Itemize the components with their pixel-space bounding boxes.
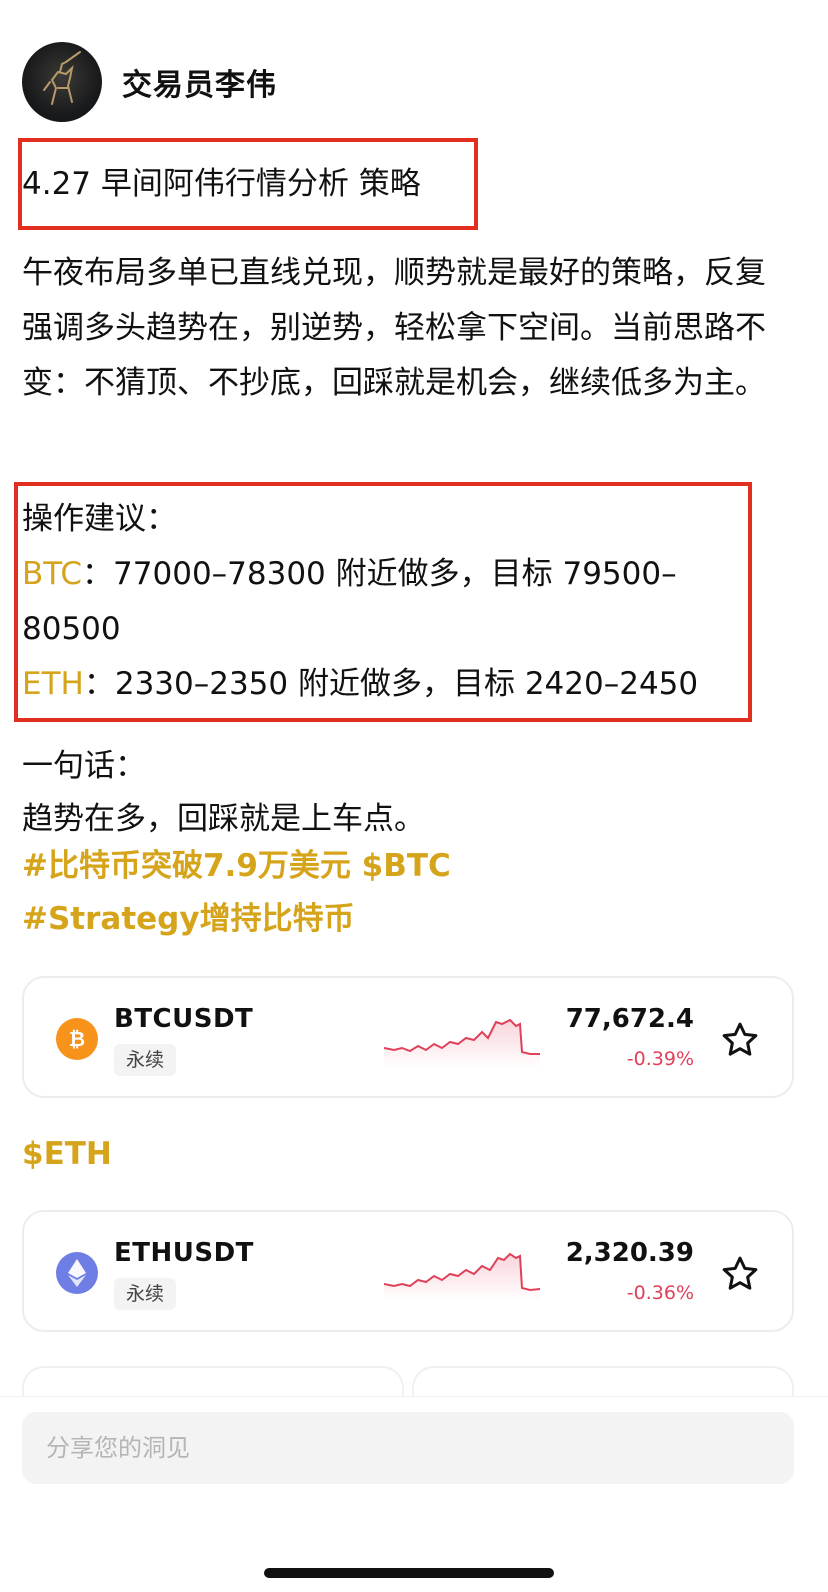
btc-strategy: BTC：77000–78300 附近做多，目标 79500–80500 bbox=[22, 547, 762, 657]
post-header: 交易员李伟 bbox=[22, 42, 277, 122]
hashtag-link[interactable]: #比特币突破7.9万美元 $BTC bbox=[22, 840, 451, 893]
ticker-symbol: BTCUSDT bbox=[114, 1004, 254, 1034]
price-sparkline bbox=[384, 1018, 540, 1068]
ticker-card-btc[interactable]: ₿ BTCUSDT 永续 77,672.4 -0.39% bbox=[22, 976, 794, 1098]
perpetual-badge: 永续 bbox=[114, 1278, 177, 1310]
author-name[interactable]: 交易员李伟 bbox=[122, 60, 277, 104]
perpetual-badge: 永续 bbox=[114, 1044, 177, 1076]
summary-section: 一句话： 趋势在多，回踩就是上车点。 bbox=[22, 740, 425, 846]
avatar[interactable] bbox=[22, 42, 102, 122]
bitcoin-icon: ₿ bbox=[56, 1018, 98, 1060]
post-paragraph: 午夜布局多单已直线兑现，顺势就是最好的策略，反复强调多头趋势在，别逆势，轻松拿下… bbox=[22, 255, 766, 401]
ops-section: 操作建议： BTC：77000–78300 附近做多，目标 79500–8050… bbox=[22, 492, 762, 712]
comment-input[interactable]: 分享您的洞见 bbox=[22, 1412, 794, 1484]
ticker-change: -0.39% bbox=[626, 1048, 694, 1070]
ticker-price: 2,320.39 bbox=[565, 1238, 694, 1268]
price-sparkline bbox=[384, 1252, 541, 1302]
ticker-symbol: ETHUSDT bbox=[114, 1238, 254, 1268]
eth-label: ETH bbox=[22, 666, 84, 702]
ticker-price: 77,672.4 bbox=[565, 1004, 694, 1034]
btc-label: BTC bbox=[22, 556, 83, 592]
home-indicator bbox=[264, 1568, 554, 1578]
svg-text:₿: ₿ bbox=[69, 1027, 85, 1051]
cashtag-link[interactable]: $ETH bbox=[22, 1128, 112, 1181]
hashtag-link[interactable]: #Strategy增持比特币 bbox=[22, 893, 451, 946]
hashtag-list: #比特币突破7.9万美元 $BTC #Strategy增持比特币 bbox=[22, 840, 451, 946]
horse-logo-icon bbox=[43, 51, 81, 105]
post-title: 4.27 早间阿伟行情分析 策略 bbox=[22, 166, 421, 202]
ethereum-icon bbox=[56, 1252, 98, 1294]
summary-text: 趋势在多，回踩就是上车点。 bbox=[22, 801, 425, 837]
btc-strategy-text: ：77000–78300 附近做多，目标 79500–80500 bbox=[22, 556, 677, 647]
summary-heading: 一句话： bbox=[22, 748, 146, 784]
star-icon[interactable] bbox=[720, 1020, 760, 1060]
star-icon[interactable] bbox=[720, 1254, 760, 1294]
ticker-change: -0.36% bbox=[626, 1282, 694, 1304]
ops-heading: 操作建议： bbox=[22, 501, 177, 537]
eth-strategy-text: ：2330–2350 附近做多，目标 2420–2450 bbox=[83, 666, 699, 702]
eth-strategy: ETH：2330–2350 附近做多，目标 2420–2450 bbox=[22, 657, 762, 712]
ticker-card-eth[interactable]: ETHUSDT 永续 2,320.39 -0.36% bbox=[22, 1210, 794, 1332]
